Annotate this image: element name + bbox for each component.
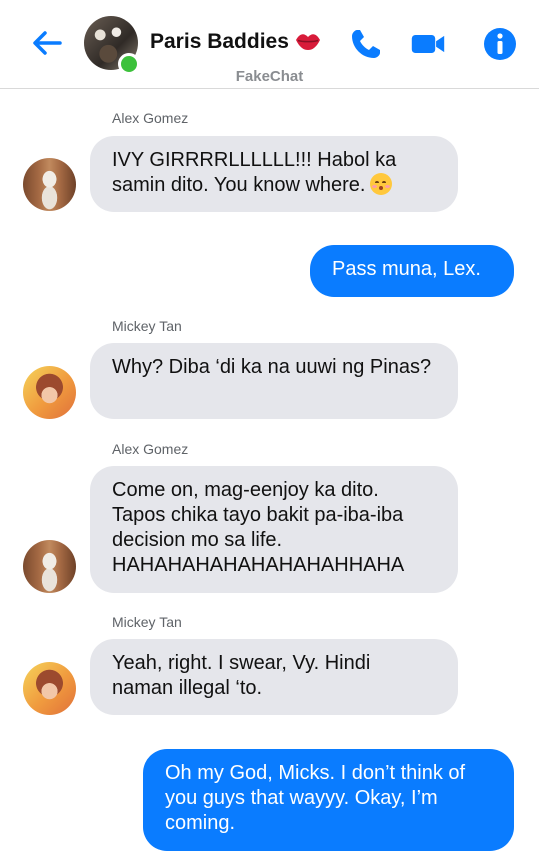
- chat-title-text: Paris Baddies: [150, 30, 289, 53]
- phone-icon[interactable]: [348, 26, 384, 62]
- video-camera-icon[interactable]: [410, 26, 446, 62]
- message-text: Why? Diba ‘di ka na uuwi ng Pinas?: [112, 356, 432, 378]
- avatar[interactable]: [23, 158, 76, 211]
- chat-title[interactable]: Paris Baddies: [150, 30, 321, 54]
- message-bubble[interactable]: Pass muna, Lex.: [310, 245, 514, 297]
- message-text: Come on, mag-eenjoy ka dito. Tapos chika…: [112, 479, 405, 576]
- chat-subtitle: FakeChat: [235, 68, 304, 85]
- message-text: Oh my God, Micks. I don’t think of you g…: [165, 762, 466, 834]
- avatar[interactable]: [23, 662, 76, 715]
- lips-icon: [295, 34, 320, 50]
- message-bubble[interactable]: Yeah, right. I swear, Vy. Hindi naman il…: [90, 639, 458, 715]
- message-bubble[interactable]: IVY GIRRRRLLLLLL!!! Habol ka samin dito.…: [90, 136, 458, 212]
- info-icon[interactable]: [482, 26, 518, 62]
- chat-header: Paris Baddies FakeChat: [0, 0, 539, 89]
- message-text: Yeah, right. I swear, Vy. Hindi naman il…: [112, 652, 371, 699]
- message-bubble[interactable]: Come on, mag-eenjoy ka dito. Tapos chika…: [90, 466, 458, 593]
- message-bubble[interactable]: Why? Diba ‘di ka na uuwi ng Pinas?: [90, 343, 458, 419]
- message-bubble[interactable]: Oh my God, Micks. I don’t think of you g…: [143, 749, 514, 851]
- sender-name: Alex Gomez: [112, 441, 189, 457]
- sender-name: Mickey Tan: [112, 318, 182, 334]
- sender-name: Alex Gomez: [112, 110, 189, 126]
- avatar[interactable]: [23, 540, 76, 593]
- back-arrow-icon[interactable]: [30, 26, 64, 60]
- kissing-face-emoji-icon: [369, 173, 392, 195]
- message-text: Pass muna, Lex.: [332, 258, 481, 280]
- avatar[interactable]: [23, 366, 76, 419]
- message-text: IVY GIRRRRLLLLLL!!! Habol ka samin dito.…: [112, 149, 397, 196]
- sender-name: Mickey Tan: [112, 614, 182, 630]
